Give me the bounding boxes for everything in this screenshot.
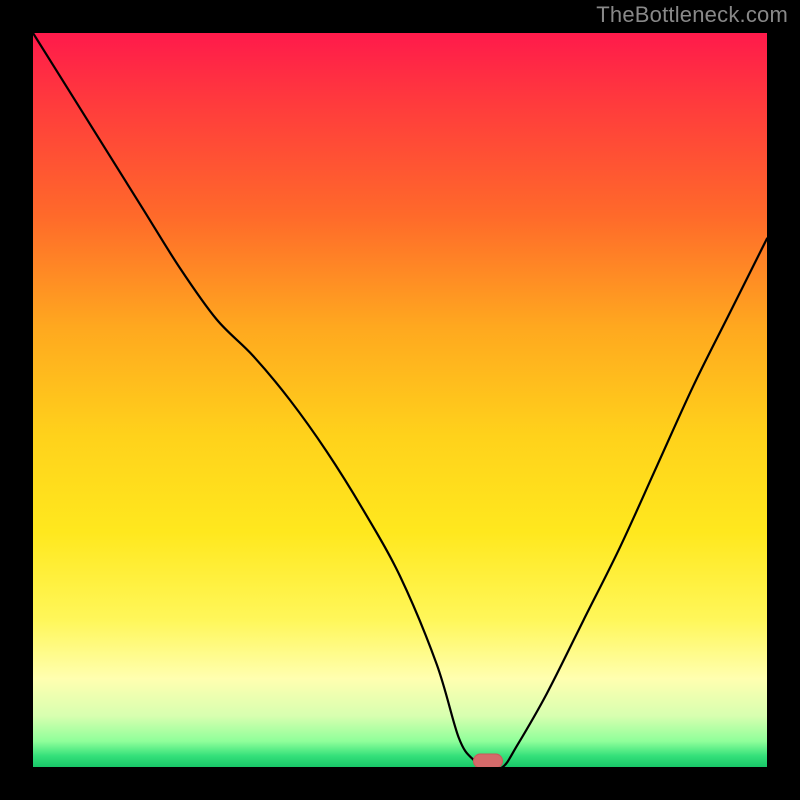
plot-area: [33, 33, 767, 767]
bottleneck-curve: [33, 33, 767, 767]
watermark-text: TheBottleneck.com: [596, 2, 788, 28]
optimal-marker: [473, 754, 503, 768]
chart-frame: TheBottleneck.com: [0, 0, 800, 800]
